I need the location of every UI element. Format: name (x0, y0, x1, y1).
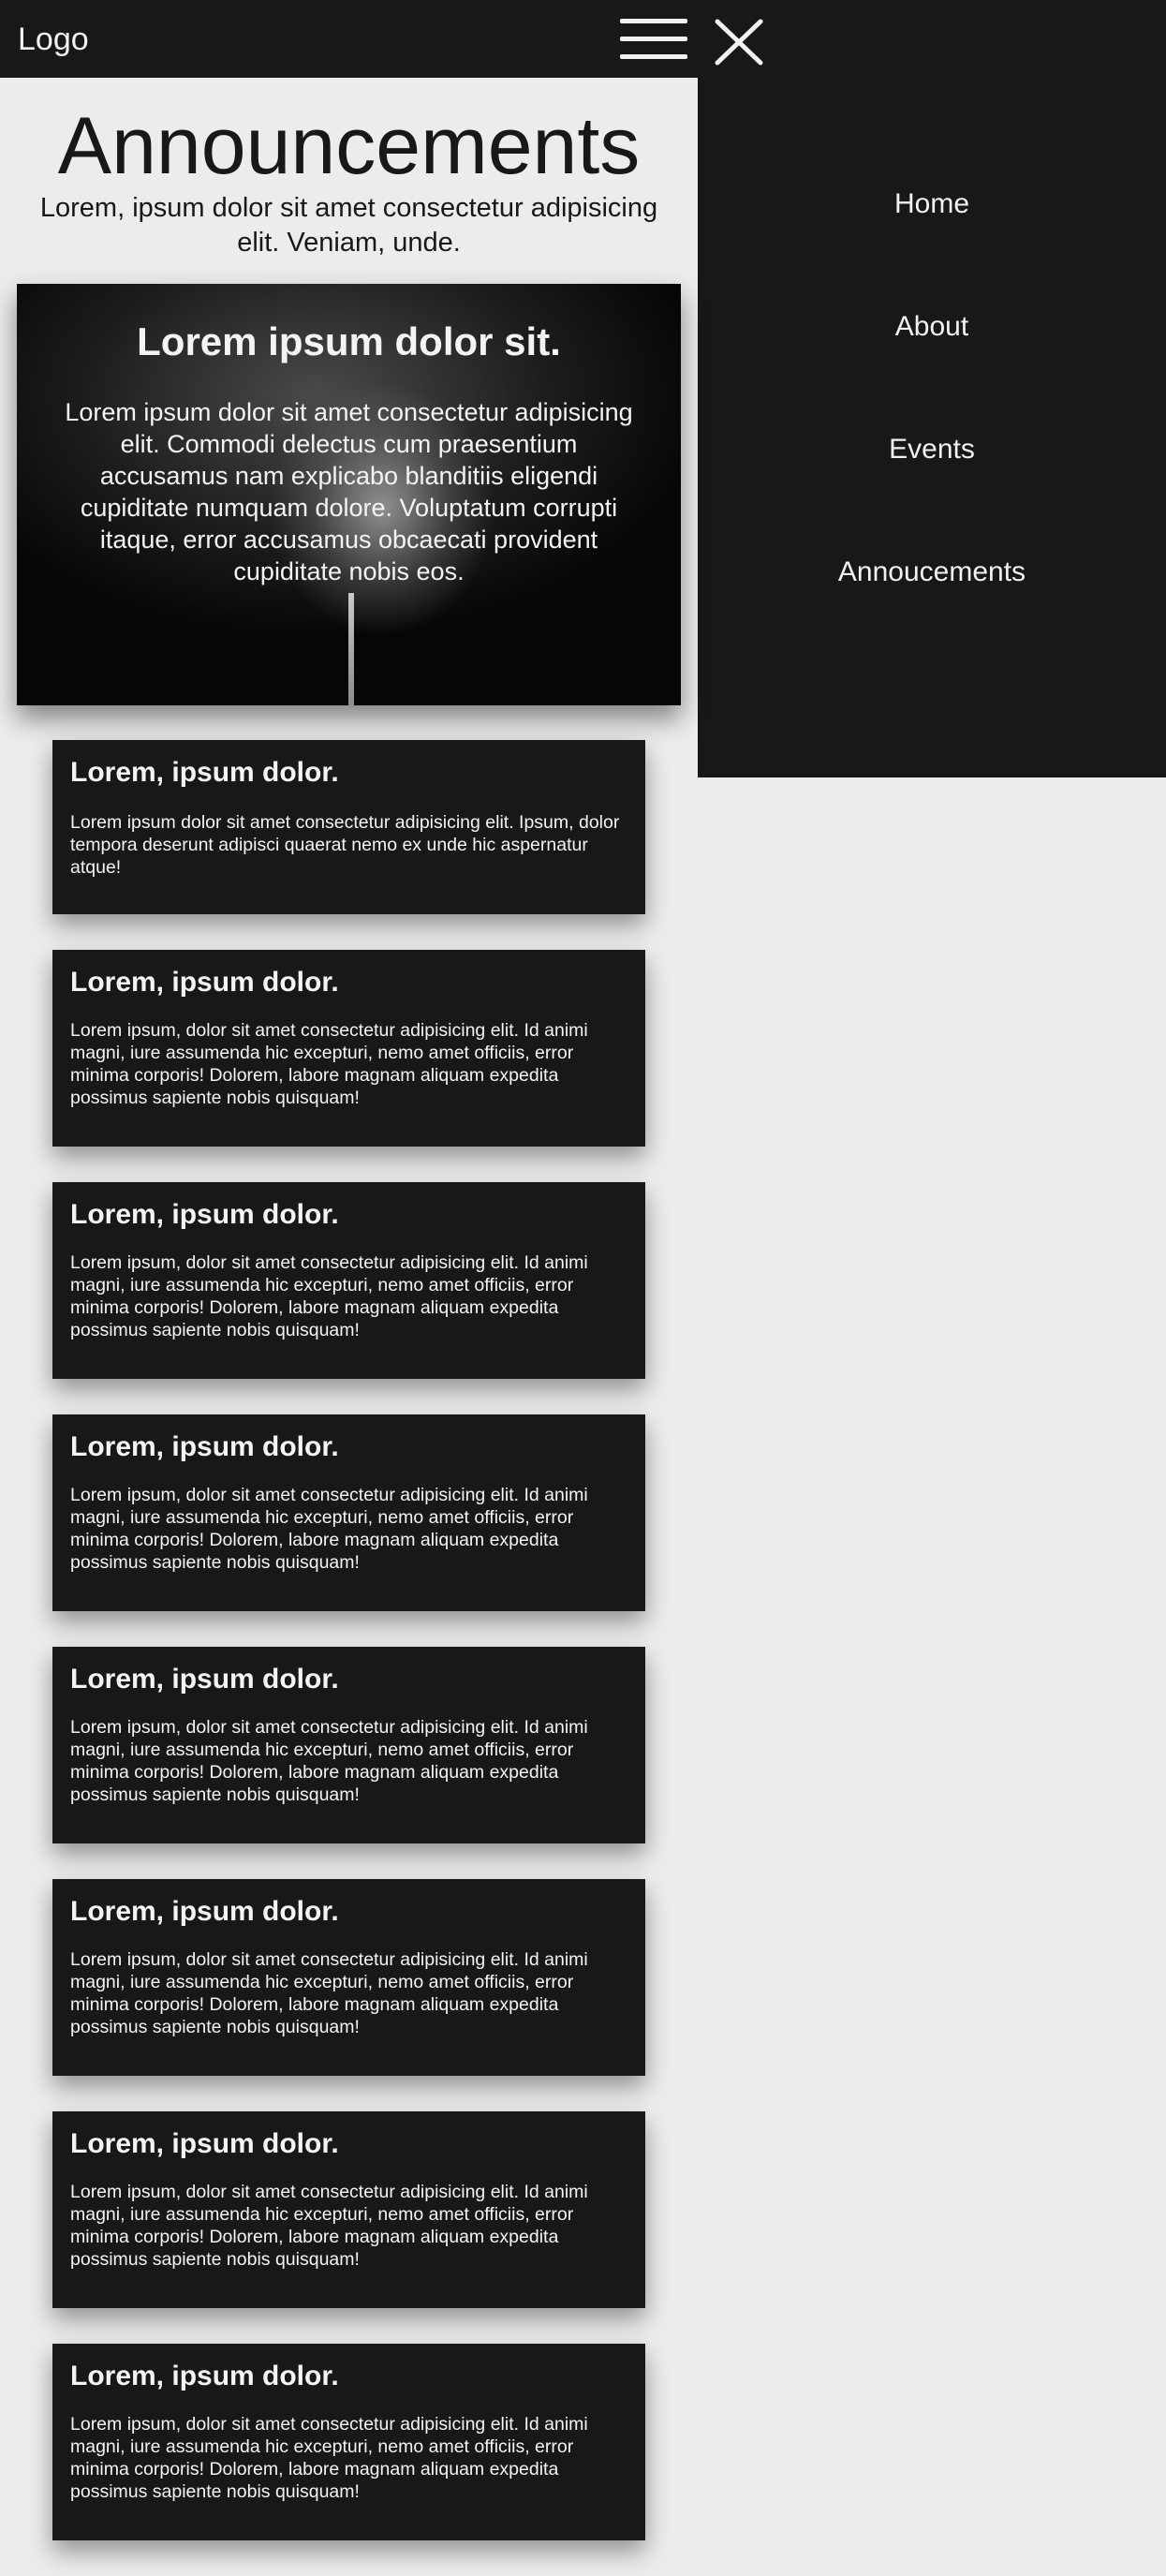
announcement-card: Lorem, ipsum dolor. Lorem ipsum, dolor s… (52, 1647, 645, 1843)
announcement-card: Lorem, ipsum dolor. Lorem ipsum, dolor s… (52, 1182, 645, 1379)
page-subtitle: Lorem, ipsum dolor sit amet consectetur … (39, 193, 658, 258)
card-title: Lorem, ipsum dolor. (70, 1431, 339, 1462)
nav-item-about[interactable]: About (698, 308, 1166, 346)
hero-text: Lorem ipsum dolor sit amet consectetur a… (65, 398, 633, 585)
card-text: Lorem ipsum, dolor sit amet consectetur … (70, 1252, 588, 1340)
card-title: Lorem, ipsum dolor. (70, 757, 339, 788)
hero-title: Lorem ipsum dolor sit. (137, 319, 561, 363)
side-nav: Home About Events Annoucements (698, 78, 1166, 777)
announcement-card: Lorem, ipsum dolor. Lorem ipsum, dolor s… (52, 1879, 645, 2076)
announcement-card: Lorem, ipsum dolor. Lorem ipsum, dolor s… (52, 2111, 645, 2308)
card-text: Lorem ipsum, dolor sit amet consectetur … (70, 1717, 588, 1805)
card-title: Lorem, ipsum dolor. (70, 1896, 339, 1927)
card-text: Lorem ipsum dolor sit amet consectetur a… (70, 812, 620, 878)
card-text: Lorem ipsum, dolor sit amet consectetur … (70, 2414, 588, 2502)
logo[interactable]: Logo (18, 17, 89, 62)
announcement-card: Lorem, ipsum dolor. Lorem ipsum dolor si… (52, 740, 645, 914)
dandelion-image (348, 593, 354, 705)
top-bar: Logo (0, 0, 1166, 78)
card-title: Lorem, ipsum dolor. (70, 1199, 339, 1230)
card-text: Lorem ipsum, dolor sit amet consectetur … (70, 2182, 588, 2270)
announcement-card: Lorem, ipsum dolor. Lorem ipsum, dolor s… (52, 2344, 645, 2540)
nav-item-events[interactable]: Events (698, 431, 1166, 468)
hero-card: Lorem ipsum dolor sit. Lorem ipsum dolor… (17, 284, 681, 705)
hamburger-icon[interactable] (620, 19, 687, 60)
card-text: Lorem ipsum, dolor sit amet consectetur … (70, 1020, 588, 1108)
card-text: Lorem ipsum, dolor sit amet consectetur … (70, 1485, 588, 1573)
nav-item-announcements[interactable]: Annoucements (698, 554, 1166, 591)
close-icon[interactable] (714, 19, 764, 66)
card-title: Lorem, ipsum dolor. (70, 2128, 339, 2159)
announcement-card: Lorem, ipsum dolor. Lorem ipsum, dolor s… (52, 1414, 645, 1611)
card-title: Lorem, ipsum dolor. (70, 1664, 339, 1695)
card-title: Lorem, ipsum dolor. (70, 2361, 339, 2391)
nav-item-home[interactable]: Home (698, 185, 1166, 223)
card-title: Lorem, ipsum dolor. (70, 967, 339, 998)
page-title: Announcements (57, 101, 641, 191)
card-text: Lorem ipsum, dolor sit amet consectetur … (70, 1949, 588, 2037)
announcement-card: Lorem, ipsum dolor. Lorem ipsum, dolor s… (52, 950, 645, 1147)
